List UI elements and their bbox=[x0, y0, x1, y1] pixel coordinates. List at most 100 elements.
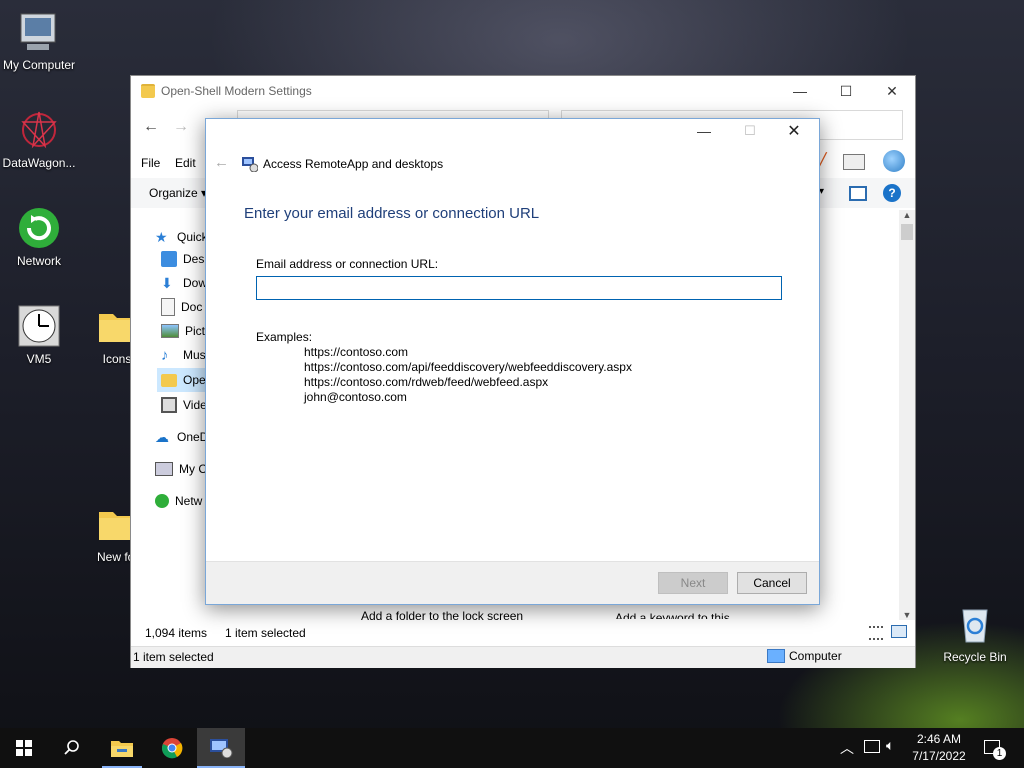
nav-item-network[interactable]: Netw bbox=[155, 490, 202, 512]
clock-icon bbox=[17, 304, 61, 348]
bottom-location-label: Computer bbox=[789, 649, 842, 663]
nav-item-downloads[interactable]: ⬇ Dow bbox=[161, 272, 207, 294]
globe-icon[interactable] bbox=[883, 150, 905, 172]
network-globe-icon bbox=[17, 206, 61, 250]
network-icon bbox=[155, 494, 169, 508]
network-tray-icon[interactable] bbox=[864, 740, 880, 753]
next-button[interactable]: Next bbox=[658, 572, 728, 594]
desktop-icon-vm5[interactable]: VM5 bbox=[2, 304, 76, 366]
example-item: https://contoso.com/rdweb/feed/webfeed.a… bbox=[304, 375, 549, 389]
connection-url-input[interactable] bbox=[256, 276, 782, 300]
remoteapp-icon bbox=[210, 739, 233, 758]
datawagon-logo-icon bbox=[17, 108, 61, 152]
video-icon bbox=[161, 397, 177, 413]
taskbar: ︿ 🔈︎ 2:46 AM 7/17/2022 1 bbox=[0, 728, 1024, 768]
scroll-down-icon[interactable]: ▼ bbox=[899, 610, 915, 620]
nav-item-quick-access[interactable]: ★ Quick bbox=[155, 226, 208, 248]
folder-icon bbox=[161, 373, 177, 387]
search-icon bbox=[64, 740, 79, 755]
scroll-up-icon[interactable]: ▲ bbox=[899, 210, 915, 220]
content-item-label[interactable]: Add a keyword to this device bbox=[615, 609, 765, 619]
nav-item-music[interactable]: ♪ Musi bbox=[161, 344, 208, 366]
scrollbar-thumb[interactable] bbox=[901, 224, 913, 240]
music-icon: ♪ bbox=[161, 347, 169, 364]
help-icon[interactable]: ? bbox=[883, 184, 901, 202]
details-view-icon[interactable] bbox=[869, 626, 883, 640]
volume-tray-icon[interactable]: 🔈︎ bbox=[886, 737, 894, 754]
nav-item-documents[interactable]: Doc bbox=[161, 296, 202, 318]
desktop-icon-my-computer[interactable]: My Computer bbox=[2, 10, 76, 72]
document-icon bbox=[161, 298, 175, 316]
desktop-icon bbox=[161, 251, 177, 267]
desktop-icon-label: My Computer bbox=[2, 58, 76, 72]
menu-file[interactable]: File bbox=[141, 156, 160, 170]
forward-arrow-icon[interactable]: → bbox=[173, 118, 189, 136]
computer-icon bbox=[155, 462, 173, 476]
bottom-status-selected: 1 item selected bbox=[133, 650, 214, 664]
star-icon: ★ bbox=[155, 229, 168, 245]
scrollbar[interactable]: ▲ ▼ bbox=[899, 210, 915, 620]
file-explorer-icon bbox=[111, 741, 133, 757]
dialog-minimize-button[interactable]: — bbox=[684, 123, 724, 145]
desktop-icon-label: Network bbox=[16, 254, 61, 268]
content-item-label[interactable]: Add a folder to the lock screen bbox=[361, 609, 523, 623]
organize-label: Organize bbox=[149, 186, 198, 200]
preview-pane-icon[interactable] bbox=[849, 186, 867, 201]
monitor-icon bbox=[767, 649, 785, 663]
taskbar-file-explorer[interactable] bbox=[98, 728, 146, 768]
cancel-button[interactable]: Cancel bbox=[737, 572, 807, 594]
close-button[interactable]: ✕ bbox=[869, 76, 915, 106]
chrome-icon bbox=[162, 738, 183, 759]
nav-label: Ope bbox=[183, 373, 206, 387]
taskbar-chrome[interactable] bbox=[148, 728, 196, 768]
dialog-close-button[interactable]: ✕ bbox=[774, 121, 814, 145]
maximize-button[interactable]: ☐ bbox=[823, 76, 869, 106]
minimize-button[interactable]: — bbox=[777, 76, 823, 106]
start-button[interactable] bbox=[0, 728, 48, 768]
desktop-icon-network[interactable]: Network bbox=[2, 206, 76, 268]
nav-item-videos[interactable]: Vide bbox=[161, 394, 207, 416]
status-selected-count: 1 item selected bbox=[225, 626, 306, 640]
dialog-maximize-button: ☐ bbox=[744, 123, 756, 138]
properties-icon[interactable] bbox=[843, 154, 865, 170]
example-item: https://contoso.com bbox=[304, 345, 409, 359]
desktop-icon-recycle-bin[interactable]: Recycle Bin bbox=[938, 602, 1012, 664]
organize-button[interactable]: Organize ▾ bbox=[149, 186, 207, 200]
nav-item-pictures[interactable]: Pict bbox=[161, 320, 205, 342]
cloud-icon: ☁ bbox=[155, 429, 169, 445]
bottom-location: Computer bbox=[767, 649, 842, 663]
nav-label: Netw bbox=[175, 494, 203, 508]
dialog-heading: Enter your email address or connection U… bbox=[244, 205, 540, 222]
menu-edit[interactable]: Edit bbox=[175, 156, 196, 170]
nav-label: Pict bbox=[185, 324, 206, 338]
nav-item-open-shell[interactable]: Ope bbox=[161, 369, 206, 391]
nav-label: Quick bbox=[177, 230, 208, 244]
explorer-titlebar[interactable]: Open-Shell Modern Settings — ☐ ✕ bbox=[131, 76, 915, 106]
remoteapp-icon bbox=[242, 156, 259, 173]
nav-label: OneD bbox=[177, 430, 209, 444]
computer-icon bbox=[17, 10, 61, 54]
nav-item-desktop[interactable]: Desk bbox=[161, 248, 210, 270]
nav-label: Vide bbox=[183, 398, 207, 412]
nav-item-onedrive[interactable]: ☁ OneD bbox=[155, 426, 208, 448]
show-hidden-icons-chevron[interactable]: ︿ bbox=[840, 738, 854, 758]
desktop-icon-label: DataWagon... bbox=[2, 156, 76, 170]
dialog-app-title: Access RemoteApp and desktops bbox=[263, 157, 444, 171]
recycle-bin-icon bbox=[953, 602, 997, 646]
nav-label: Doc bbox=[181, 300, 203, 314]
dialog-footer: Next Cancel bbox=[206, 561, 819, 604]
dialog-back-arrow-icon[interactable]: ← bbox=[214, 154, 229, 171]
large-icons-view-icon[interactable] bbox=[891, 625, 907, 638]
action-center-button[interactable]: 1 bbox=[982, 738, 1006, 760]
examples-label: Examples: bbox=[256, 330, 313, 344]
taskbar-remoteapp[interactable] bbox=[197, 728, 245, 768]
download-icon: ⬇ bbox=[161, 275, 173, 291]
content-item-label-text: Add a keyword to this device bbox=[615, 611, 730, 619]
clock[interactable]: 2:46 AM 7/17/2022 bbox=[912, 731, 966, 765]
notification-count: 1 bbox=[993, 747, 1006, 760]
desktop-icon-datawagon[interactable]: DataWagon... bbox=[2, 108, 76, 170]
back-arrow-icon[interactable]: ← bbox=[143, 118, 159, 136]
search-button[interactable] bbox=[48, 728, 96, 768]
example-item: https://contoso.com/api/feeddiscovery/we… bbox=[304, 360, 632, 374]
clock-date: 7/17/2022 bbox=[912, 749, 966, 763]
